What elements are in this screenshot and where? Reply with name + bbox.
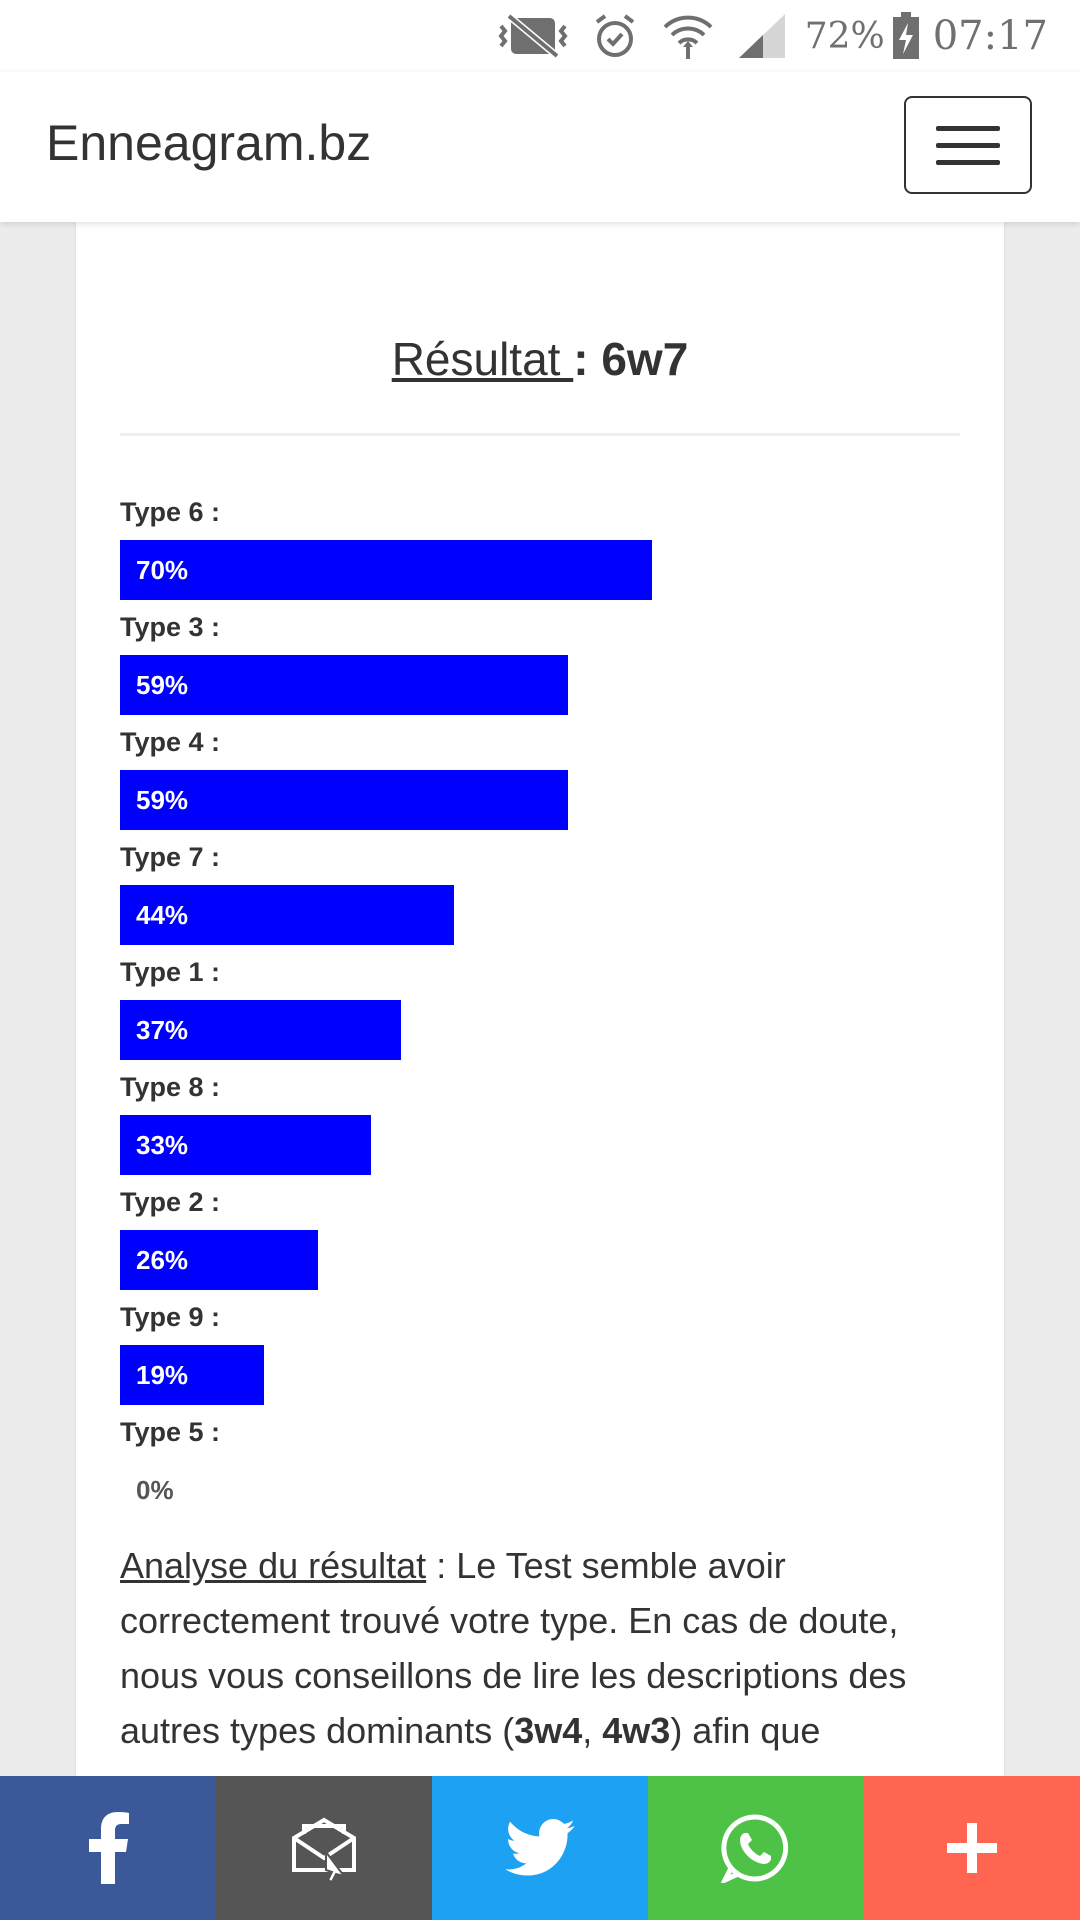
bar-value-label: 59% [136, 785, 189, 815]
analysis-type-b: 4w3 [602, 1710, 671, 1751]
bar-track: 26% [120, 1230, 960, 1290]
result-value: 6w7 [601, 333, 689, 385]
analysis-comma: , [582, 1710, 603, 1751]
type-score-row: Type 7 : 44% [120, 837, 960, 945]
analysis-paragraph: Analyse du résultat : Le Test semble avo… [120, 1538, 980, 1758]
navbar: Enneagram.bz [0, 72, 1080, 222]
whatsapp-icon [721, 1814, 789, 1883]
bar-value-label: 33% [136, 1130, 189, 1160]
type-label: Type 2 : [120, 1187, 221, 1217]
bar-track: 44% [120, 885, 960, 945]
bar-track: 70% [120, 540, 960, 600]
bar-track: 0% [120, 1460, 960, 1520]
share-more-button[interactable] [864, 1776, 1080, 1920]
email-icon [292, 1817, 356, 1884]
result-label: Résultat [391, 333, 574, 385]
bar-value-label: 59% [136, 670, 189, 700]
bar-track: 19% [120, 1345, 960, 1405]
divider [120, 433, 960, 436]
type-label: Type 6 : [120, 497, 221, 527]
clock: 07:17 [932, 13, 1048, 59]
type-score-row: Type 8 : 33% [120, 1067, 960, 1175]
share-twitter-button[interactable] [432, 1776, 648, 1920]
bar-value-label: 19% [136, 1360, 189, 1390]
hamburger-icon [936, 125, 1000, 131]
analysis-text-2: ) afin que [670, 1710, 821, 1751]
type-score-row: Type 9 : 19% [120, 1297, 960, 1405]
bar [120, 540, 652, 600]
analysis-type-a: 3w4 [514, 1710, 583, 1751]
bar-track: 59% [120, 770, 960, 830]
signal-icon [737, 12, 787, 60]
vibrate-off-icon [497, 12, 569, 60]
result-separator: : [573, 333, 602, 385]
type-label: Type 9 : [120, 1302, 221, 1332]
bar-value-label: 44% [136, 900, 189, 930]
result-card: Résultat : 6w7 Type 6 :70% Type 3 :59% Typ… [76, 222, 1004, 1782]
bar-value-label: 37% [136, 1015, 189, 1045]
bar-track: 33% [120, 1115, 960, 1175]
type-label: Type 3 : [120, 612, 221, 642]
type-score-row: Type 6 : 70% [120, 492, 960, 600]
type-score-row: Type 3 : 59% [120, 607, 960, 715]
brand-link[interactable]: Enneagram.bz [46, 114, 371, 172]
type-score-row: Type 5 : 0% [120, 1412, 960, 1520]
type-label: Type 5 : [120, 1417, 221, 1447]
bar-value-label: 0% [136, 1475, 174, 1505]
twitter-icon [505, 1819, 575, 1876]
wifi-icon [661, 11, 715, 61]
share-email-button[interactable] [216, 1776, 432, 1920]
bar-track: 59% [120, 655, 960, 715]
share-facebook-button[interactable] [0, 1776, 216, 1920]
battery-percent: 72% [804, 15, 885, 57]
status-bar: 72% 07:17 [0, 0, 1080, 72]
type-score-row: Type 4 : 59% [120, 722, 960, 830]
share-whatsapp-button[interactable] [648, 1776, 864, 1920]
type-score-row: Type 2 : 26% [120, 1182, 960, 1290]
type-label: Type 1 : [120, 957, 221, 987]
type-label: Type 8 : [120, 1072, 221, 1102]
plus-icon [947, 1823, 997, 1873]
bar-value-label: 70% [136, 555, 189, 585]
bar-value-label: 26% [136, 1245, 189, 1275]
menu-toggle-button[interactable] [904, 96, 1032, 194]
type-score-row: Type 1 : 37% [120, 952, 960, 1060]
battery-charging-icon [891, 11, 921, 61]
facebook-icon [89, 1812, 129, 1884]
bar-track: 37% [120, 1000, 960, 1060]
type-label: Type 4 : [120, 727, 221, 757]
share-bar [0, 1776, 1080, 1920]
alarm-icon [591, 12, 639, 60]
type-label: Type 7 : [120, 842, 221, 872]
analysis-heading: Analyse du résultat [120, 1545, 427, 1586]
result-heading: Résultat : 6w7 [76, 332, 1004, 386]
